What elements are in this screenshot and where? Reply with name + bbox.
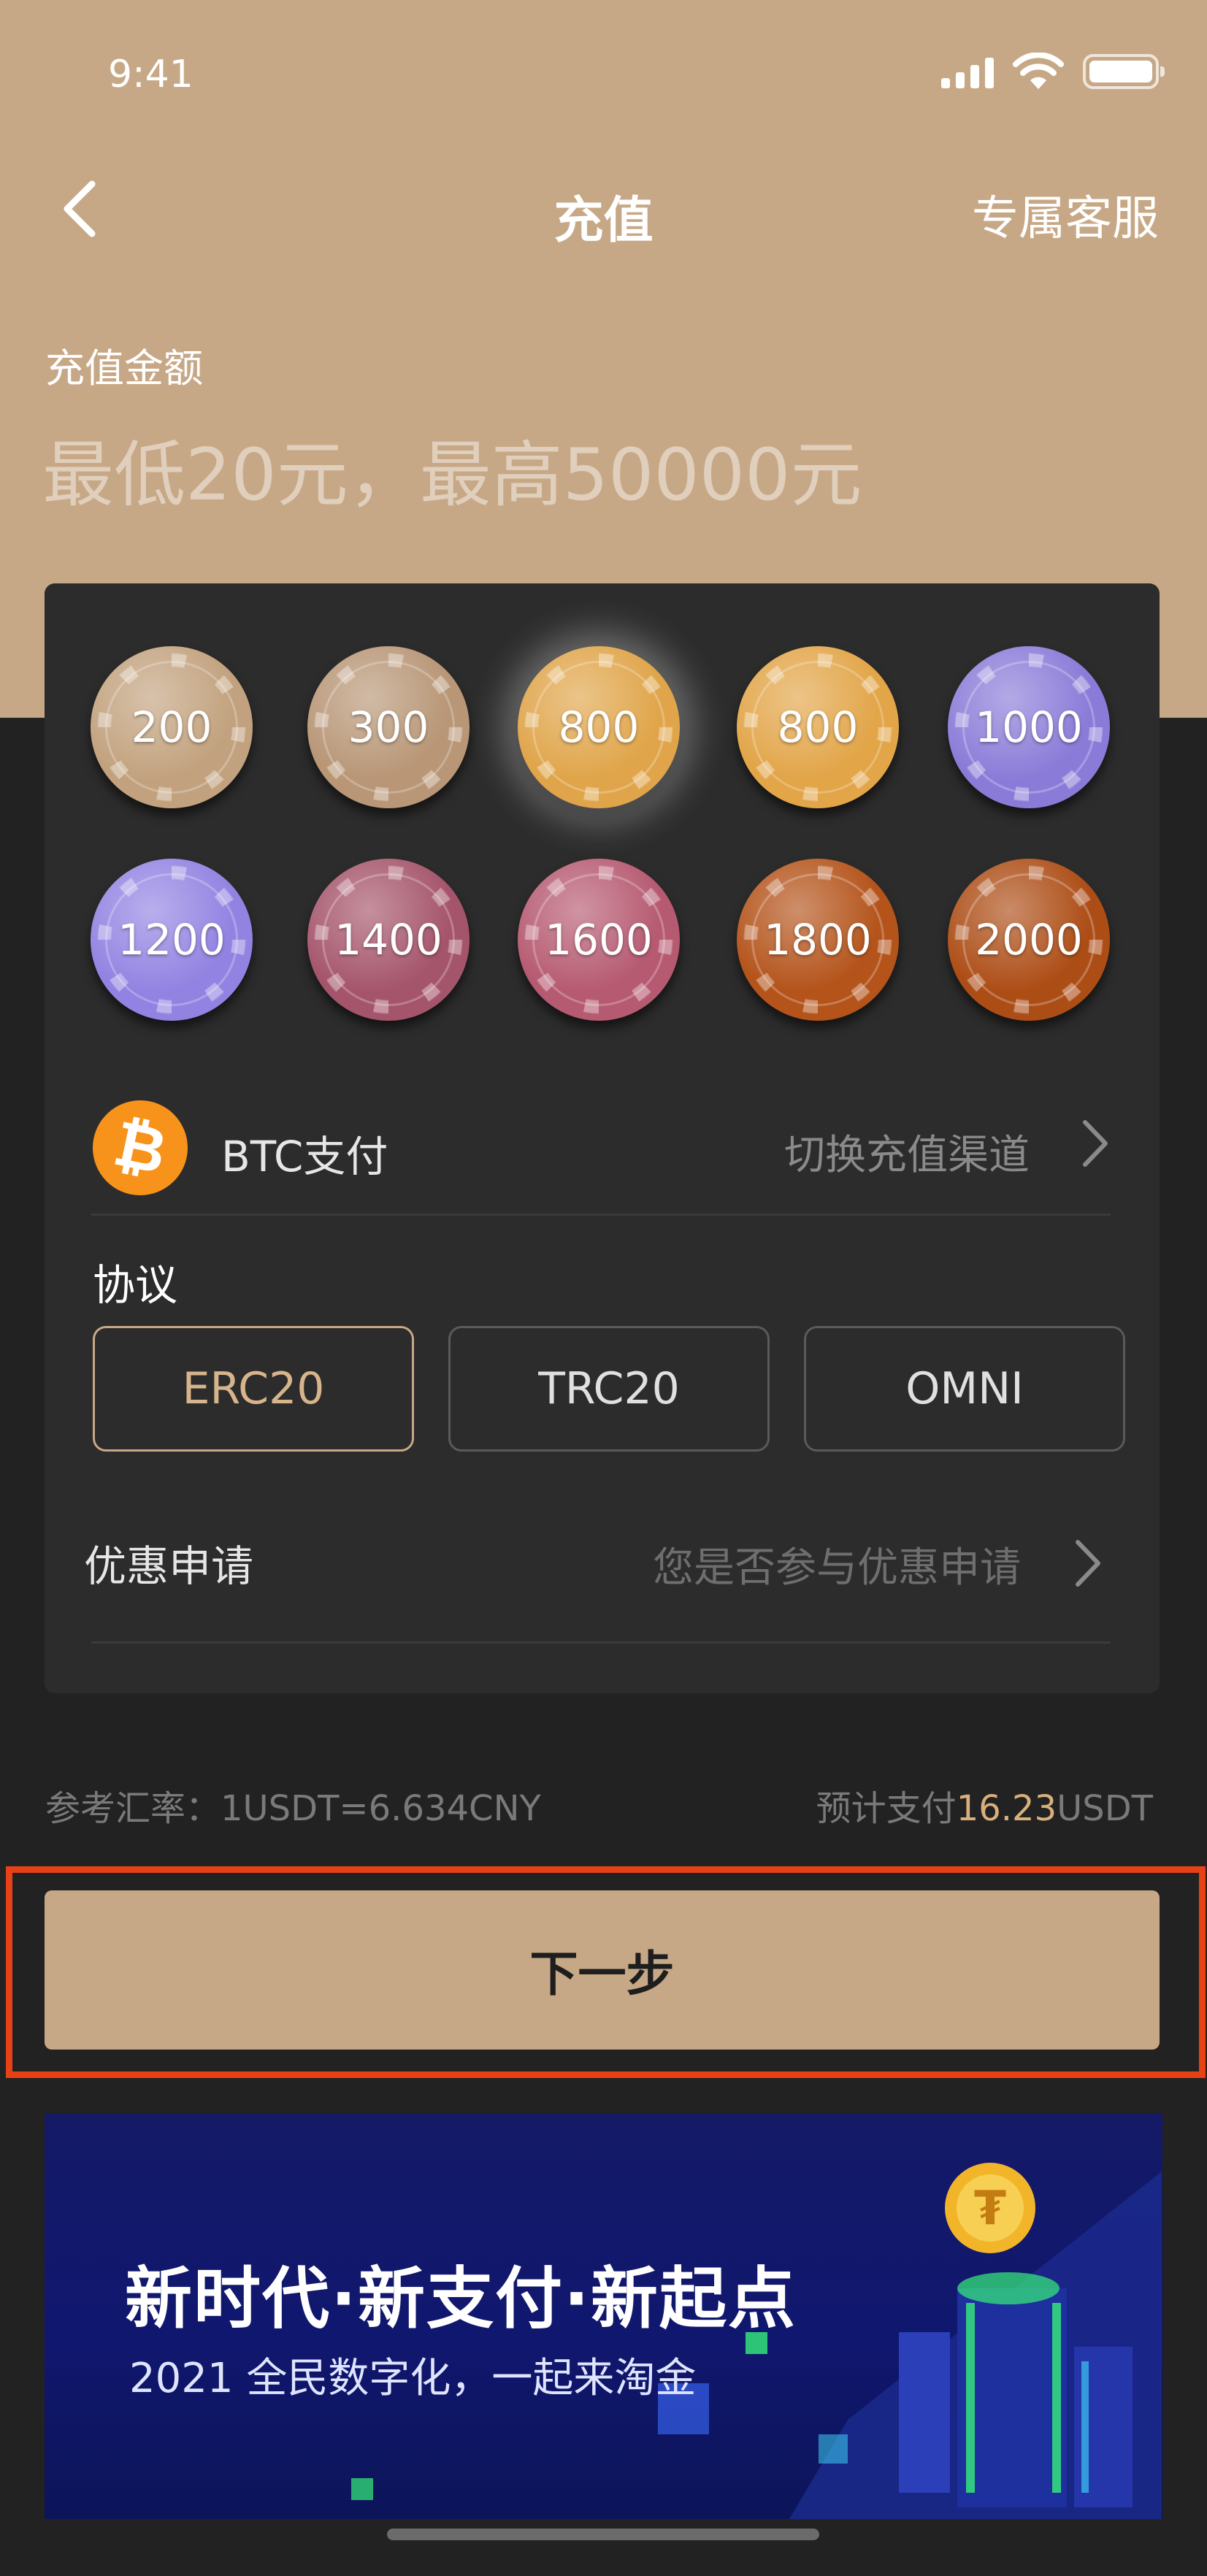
amount-chip[interactable]: 1200 (91, 859, 253, 1021)
estimate-prefix: 预计支付 (816, 1788, 957, 1829)
amount-input[interactable] (42, 421, 992, 530)
amount-chip-value: 300 (348, 702, 429, 752)
estimated-payment: 预计支付16.23USDT (816, 1779, 1153, 1831)
cellular-signal-icon (941, 55, 994, 88)
amount-chip[interactable]: 1000 (948, 646, 1110, 808)
switch-channel-link[interactable]: 切换充值渠道 (784, 1122, 1030, 1181)
protocol-label: 协议 (93, 1260, 178, 1310)
status-time: 9:41 (108, 53, 193, 96)
amount-chip[interactable]: 2000 (948, 859, 1110, 1021)
amount-chip[interactable]: 800 (518, 646, 680, 808)
home-indicator (387, 2529, 819, 2540)
amount-chip-value: 1200 (118, 915, 226, 965)
estimate-amount: 16.23 (956, 1788, 1057, 1829)
amount-chip[interactable]: 1600 (518, 859, 680, 1021)
chevron-right-icon[interactable] (1079, 1118, 1111, 1169)
estimate-unit: USDT (1057, 1788, 1153, 1829)
protocol-trc20-button[interactable]: TRC20 (448, 1326, 770, 1452)
amount-chip-value: 1800 (764, 915, 872, 965)
banner-subtitle: 2021 全民数字化，一起来淘金 (129, 2355, 697, 2402)
amount-label: 充值金额 (45, 345, 203, 391)
amount-chip-value: 1000 (975, 702, 1083, 752)
bitcoin-icon: ₿ (83, 1091, 197, 1205)
amount-chip-value: 800 (777, 702, 859, 752)
recharge-card: 200 300 800 800 1000 1200 1400 1600 1800 2000 ₿ B… (45, 583, 1160, 1693)
protocol-omni-button[interactable]: OMNI (804, 1326, 1125, 1452)
battery-icon (1083, 54, 1165, 89)
amount-chip-value: 1400 (334, 915, 442, 965)
status-icons (941, 53, 1165, 91)
amount-chip[interactable]: 200 (91, 646, 253, 808)
wifi-icon (1013, 53, 1064, 89)
amount-chip-value: 200 (131, 702, 212, 752)
promo-banner[interactable]: ₮ 新时代·新支付·新起点 2021 全民数字化，一起来淘金 (45, 2113, 1162, 2519)
amount-chip-value: 800 (558, 702, 640, 752)
payment-method-name: BTC支付 (221, 1132, 388, 1181)
exchange-rate-text: 参考汇率：1USDT=6.634CNY (45, 1788, 541, 1829)
amount-chip[interactable]: 1400 (307, 859, 470, 1021)
payment-method-row[interactable]: ₿ BTC支付 切换充值渠道 (45, 1078, 1160, 1205)
amount-chip[interactable]: 1800 (737, 859, 899, 1021)
amount-chip[interactable]: 300 (307, 646, 470, 808)
customer-service-link[interactable]: 专属客服 (972, 181, 1159, 248)
amount-chip-value: 2000 (975, 915, 1083, 965)
banner-title: 新时代·新支付·新起点 (125, 2260, 797, 2338)
promotion-hint[interactable]: 您是否参与优惠申请 (653, 1535, 1021, 1594)
chevron-right-icon[interactable] (1072, 1538, 1104, 1589)
svg-text:₮: ₮ (974, 2182, 1007, 2236)
next-step-button[interactable]: 下一步 (45, 1890, 1160, 2050)
protocol-erc20-button[interactable]: ERC20 (93, 1326, 414, 1452)
amount-chip-value: 1600 (545, 915, 653, 965)
divider (91, 1214, 1111, 1216)
divider (91, 1641, 1111, 1644)
promotion-label: 优惠申请 (84, 1541, 254, 1591)
amount-chip[interactable]: 800 (737, 646, 899, 808)
